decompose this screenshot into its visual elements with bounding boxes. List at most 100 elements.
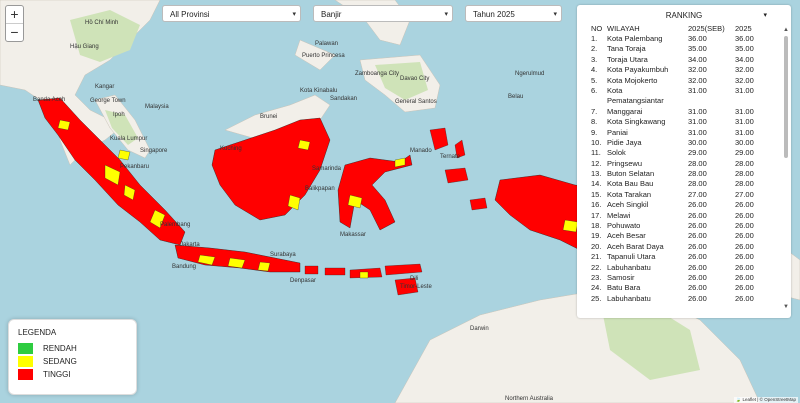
label-general-santos: General Santos (395, 99, 437, 105)
rank-no: 18. (591, 221, 602, 231)
rank-curr: 29.00 (735, 148, 754, 158)
label-ipoh: Ipoh (113, 112, 125, 118)
rank-curr: 31.00 (735, 117, 754, 127)
zoom-out-button[interactable]: − (6, 23, 23, 41)
rank-curr: 34.00 (735, 54, 754, 64)
rank-curr: 26.00 (735, 221, 754, 231)
label-surabaya: Surabaya (270, 252, 296, 258)
rank-curr: 26.00 (735, 210, 754, 220)
zoom-control: + − (5, 5, 24, 42)
label-ho-chi-minh: Hồ Chí Minh (85, 20, 118, 26)
rank-no: 8. (591, 117, 598, 127)
rank-curr: 30.00 (735, 137, 754, 147)
label-balikpapan: Balikpapan (305, 186, 335, 192)
rank-curr: 26.00 (735, 241, 754, 251)
label-singapore: Singapore (140, 148, 168, 154)
chevron-down-icon: ▾ (292, 11, 296, 18)
label-brunei: Brunei (260, 114, 277, 120)
rank-wilayah: Kota Tarakan (607, 189, 652, 199)
rank-wilayah: Aceh Barat Daya (607, 241, 664, 251)
label-hau-giang: Hậu Giang (70, 44, 99, 50)
rank-no: 13. (591, 169, 602, 179)
ranking-row: 5. Kota Mojokerto 32.00 32.00 (577, 76, 791, 86)
rank-prev: 26.00 (688, 221, 707, 231)
scrollbar-thumb[interactable] (784, 36, 788, 158)
year-select[interactable]: Tahun 2025 ▾ (465, 5, 562, 22)
rank-prev: 28.00 (688, 179, 707, 189)
rank-wilayah: Pidie Jaya (607, 137, 642, 147)
legend-title: LEGENDA (18, 328, 57, 337)
rank-prev: 26.00 (688, 241, 707, 251)
rank-no: 9. (591, 127, 598, 137)
chevron-down-icon: ▾ (444, 11, 448, 18)
disaster-select[interactable]: Banjir ▾ (313, 5, 453, 22)
rank-wilayah: Toraja Utara (607, 54, 648, 64)
rank-prev: 36.00 (688, 34, 707, 43)
rank-wilayah: Paniai (607, 127, 628, 137)
ranking-row: 12. Pringsewu 28.00 28.00 (577, 159, 791, 169)
rank-no: 23. (591, 272, 602, 282)
rank-wilayah: Batu Bara (607, 283, 641, 293)
rank-wilayah: Manggarai (607, 106, 643, 116)
rank-no: 12. (591, 158, 602, 168)
rank-prev: 32.00 (688, 65, 707, 75)
scroll-down-icon[interactable]: ▼ (783, 304, 789, 310)
rank-no: 19. (591, 231, 602, 241)
label-darwin: Darwin (470, 326, 489, 332)
ranking-row: 8. Kota Singkawang 31.00 31.00 (577, 117, 791, 127)
rank-prev: 26.00 (688, 210, 707, 220)
rank-prev: 34.00 (688, 54, 707, 64)
label-pekanbaru: Pekanbaru (120, 164, 149, 170)
rank-wilayah: Pringsewu (607, 158, 643, 168)
rank-no: 1. (591, 34, 598, 43)
label-banda-aceh: Banda Aceh (33, 97, 65, 103)
rank-curr: 32.00 (735, 65, 754, 75)
rank-wilayah: Tapanuli Utara (607, 252, 656, 262)
ranking-row: 18. Pohuwato 26.00 26.00 (577, 221, 791, 231)
ranking-row: 23. Samosir 26.00 26.00 (577, 273, 791, 283)
label-dili: Dili (410, 276, 418, 282)
label-ternate: Ternate (440, 154, 461, 160)
ranking-row: 20. Aceh Barat Daya 26.00 26.00 (577, 242, 791, 252)
legend-swatch (18, 356, 33, 368)
rank-prev: 31.00 (688, 117, 707, 127)
chevron-down-icon[interactable]: ▾ (763, 5, 767, 26)
rank-prev: 30.00 (688, 137, 707, 147)
rank-no: 6. (591, 85, 598, 95)
label-malaysia: Malaysia (145, 104, 169, 110)
rank-wilayah: Melawi (607, 210, 631, 220)
legend-label: SEDANG (43, 357, 77, 366)
rank-no: 25. (591, 293, 602, 303)
label-palembang: Palembang (160, 222, 190, 228)
rank-wilayah: Kota Payakumbuh (607, 65, 669, 75)
rank-prev: 28.00 (688, 158, 707, 168)
rank-curr: 28.00 (735, 169, 754, 179)
label-makassar: Makassar (340, 232, 366, 238)
label-timor-leste: Timor-Leste (400, 284, 432, 290)
ranking-row: 2. Tana Toraja 35.00 35.00 (577, 44, 791, 54)
rank-curr: 36.00 (735, 34, 754, 43)
rank-prev: 26.00 (688, 293, 707, 303)
rank-curr: 26.00 (735, 283, 754, 293)
ranking-header[interactable]: RANKING ▾ (577, 5, 791, 24)
legend-label: RENDAH (43, 344, 77, 353)
scroll-up-icon[interactable]: ▲ (783, 27, 789, 33)
rank-wilayah: Labuhanbatu (607, 293, 651, 303)
rank-no: 14. (591, 179, 602, 189)
ranking-title: RANKING (665, 11, 703, 20)
rank-curr: 26.00 (735, 252, 754, 262)
label-zamboanga: Zamboanga City (355, 71, 399, 77)
zoom-in-button[interactable]: + (6, 6, 23, 23)
rank-no: 5. (591, 75, 598, 85)
ranking-row: 16. Aceh Singkil 26.00 26.00 (577, 200, 791, 210)
ranking-list[interactable]: 1. Kota Palembang 36.00 36.00 2. Tana Toraja 3… (577, 34, 791, 304)
province-select[interactable]: All Provinsi ▾ (162, 5, 301, 22)
rank-curr: 27.00 (735, 189, 754, 199)
legend-item-tinggi: TINGGI (18, 368, 71, 381)
map-attribution[interactable]: 🍃 Leaflet | © OpenStreetMap (733, 397, 798, 403)
rank-prev: 26.00 (688, 200, 707, 210)
rank-no: 10. (591, 137, 602, 147)
rank-prev: 26.00 (688, 231, 707, 241)
label-kuching: Kuching (220, 146, 242, 152)
rank-wilayah: Pohuwato (607, 221, 641, 231)
